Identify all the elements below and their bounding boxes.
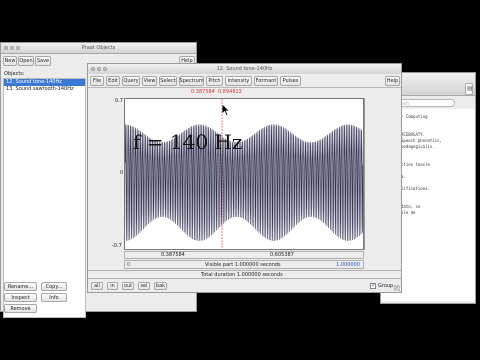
frequency-annotation: f = 140 Hz bbox=[133, 130, 243, 154]
menu-new[interactable]: New bbox=[3, 56, 17, 66]
y-axis-min: -0.7 bbox=[112, 243, 122, 249]
objects-window-title: Praat Objects bbox=[81, 45, 116, 51]
menu-open[interactable]: Open bbox=[18, 56, 34, 66]
zoom-all-button[interactable]: all bbox=[91, 282, 103, 290]
menu-save[interactable]: Save bbox=[35, 56, 51, 66]
menu-query[interactable]: Query bbox=[122, 76, 140, 86]
cursor-time-right: 0.894813 bbox=[218, 89, 242, 95]
visible-end-time: 1.000000 bbox=[336, 262, 360, 268]
visible-part-label: Visible part 1.000000 seconds bbox=[205, 262, 281, 268]
window-controls bbox=[91, 67, 107, 71]
objects-list-label: Objects: bbox=[4, 71, 25, 77]
mouse-pointer-icon bbox=[222, 104, 230, 116]
menu-formant[interactable]: Formant bbox=[254, 76, 278, 86]
menu-file[interactable]: File bbox=[90, 76, 104, 86]
sidebar-toggle-button[interactable]: ▤ bbox=[465, 83, 473, 95]
zoom-sel-button[interactable]: sel bbox=[138, 282, 150, 290]
menu-edit[interactable]: Edit bbox=[106, 76, 120, 86]
menu-help[interactable]: Help bbox=[385, 76, 400, 86]
visible-part-bar[interactable]: 0 Visible part 1.000000 seconds 1.000000 bbox=[124, 260, 364, 269]
info-button[interactable]: Info bbox=[41, 293, 67, 302]
resize-grip-icon[interactable] bbox=[394, 285, 400, 291]
checkmark-icon: ✓ bbox=[371, 282, 377, 289]
close-dot-icon[interactable] bbox=[91, 67, 95, 71]
group-checkbox[interactable]: ✓ bbox=[370, 282, 377, 289]
zoom-dot-icon[interactable] bbox=[16, 46, 20, 50]
vertical-gutter bbox=[364, 98, 365, 250]
sound-window-title: 12. Sound tone-140Hz bbox=[216, 66, 273, 72]
zoom-dot-icon[interactable] bbox=[103, 67, 107, 71]
objects-titlebar[interactable]: Praat Objects bbox=[1, 43, 196, 54]
inspect-button[interactable]: Inspect bbox=[4, 293, 37, 302]
menu-pitch[interactable]: Pitch bbox=[206, 76, 223, 86]
menu-view[interactable]: View bbox=[142, 76, 157, 86]
waveform-plot bbox=[125, 99, 363, 249]
menu-pulses[interactable]: Pulses bbox=[280, 76, 301, 86]
zoom-back-button[interactable]: bak bbox=[154, 282, 167, 290]
close-dot-icon[interactable] bbox=[4, 46, 8, 50]
list-item[interactable]: 12. Sound tone-140Hz bbox=[4, 79, 85, 86]
window-controls bbox=[4, 46, 20, 50]
cursor-time-left: 0.387584 bbox=[191, 89, 215, 95]
zoom-in-button[interactable]: in bbox=[107, 282, 118, 290]
ruler-right-time: 0.605387 bbox=[270, 252, 294, 258]
ruler-left-time: 0.387584 bbox=[161, 252, 185, 258]
total-duration-label: Total duration 1.000000 seconds bbox=[201, 272, 283, 278]
menu-spectrum[interactable]: Spectrum bbox=[179, 76, 204, 86]
remove-button[interactable]: Remove bbox=[4, 304, 37, 313]
y-axis-zero: 0 bbox=[120, 170, 124, 176]
minimize-dot-icon[interactable] bbox=[97, 67, 101, 71]
time-ruler-row[interactable]: 0.387584 0.605387 bbox=[124, 251, 364, 259]
info-text: - Computing RCEBAGATY. Speech phonetics, p… bbox=[401, 114, 442, 216]
minimize-dot-icon[interactable] bbox=[10, 46, 14, 50]
menu-select[interactable]: Select bbox=[159, 76, 177, 86]
document-icon: ▤ bbox=[467, 85, 473, 92]
zoom-out-button[interactable]: out bbox=[122, 282, 134, 290]
total-duration-bar[interactable]: Total duration 1.000000 seconds bbox=[88, 270, 401, 279]
list-item[interactable]: 13. Sound sawtooth-140Hz bbox=[4, 86, 85, 93]
menu-intensity[interactable]: Intensity bbox=[225, 76, 252, 86]
copy-button[interactable]: Copy... bbox=[41, 282, 67, 291]
sound-menubar: File Edit Query View Select Spectrum Pit… bbox=[88, 74, 401, 88]
sound-window: 12. Sound tone-140Hz File Edit Query Vie… bbox=[87, 63, 402, 293]
info-text-line: ple de bbox=[401, 210, 416, 215]
waveform-panel[interactable]: f = 140 Hz bbox=[124, 98, 364, 250]
y-axis-max: 0.7 bbox=[115, 98, 123, 104]
rename-button[interactable]: Rename... bbox=[4, 282, 37, 291]
visible-start-time: 0 bbox=[127, 262, 131, 268]
group-label: Group bbox=[378, 283, 394, 289]
